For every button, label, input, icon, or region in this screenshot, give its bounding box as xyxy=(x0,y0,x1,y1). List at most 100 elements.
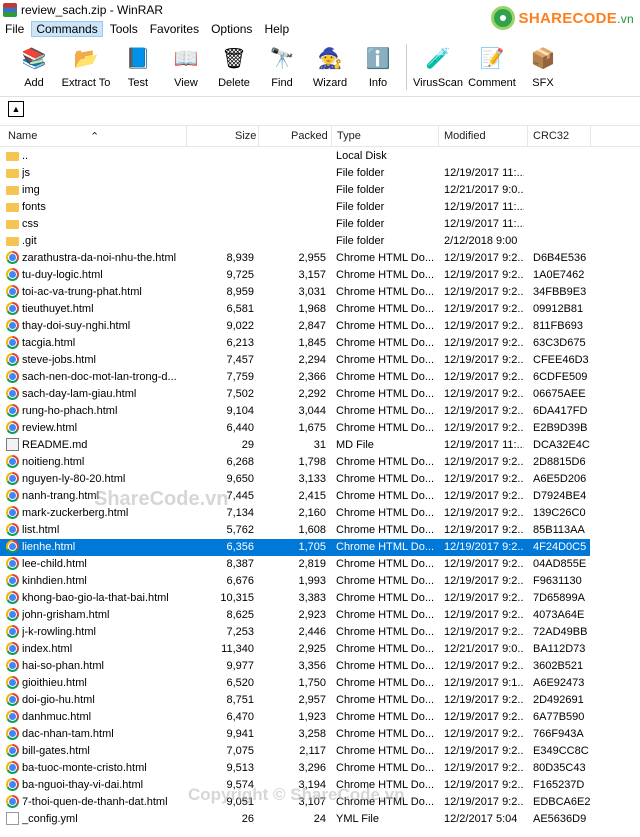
file-row[interactable]: bill-gates.html 7,075 2,117 Chrome HTML Do.… xyxy=(0,743,640,760)
chrome-html-icon xyxy=(6,693,19,706)
file-row[interactable]: j-k-rowling.html 7,253 2,446 Chrome HTML Do… xyxy=(0,624,640,641)
menu-help[interactable]: Help xyxy=(259,21,294,37)
folder-icon xyxy=(6,186,19,195)
menu-favorites[interactable]: Favorites xyxy=(145,21,204,37)
column-packed[interactable]: Packed xyxy=(291,130,328,142)
file-row[interactable]: nanh-trang.html 7,445 2,415 Chrome HTML Do.… xyxy=(0,488,640,505)
menu-commands[interactable]: Commands xyxy=(31,21,103,37)
file-packed: 3,133 xyxy=(298,473,326,485)
test-button[interactable]: 📘 Test xyxy=(114,40,162,90)
file-modified: 12/19/2017 9:2... xyxy=(444,626,524,638)
file-modified: 12/19/2017 9:1... xyxy=(444,677,524,689)
file-row[interactable]: kinhdien.html 6,676 1,993 Chrome HTML Do...… xyxy=(0,573,640,590)
file-row[interactable]: tacgia.html 6,213 1,845 Chrome HTML Do... 12… xyxy=(0,335,640,352)
file-crc32: 6CDFE509 xyxy=(533,371,588,383)
file-row[interactable]: img File folder 12/21/2017 9:0... xyxy=(0,182,640,199)
file-type: Chrome HTML Do... xyxy=(336,575,435,587)
file-row[interactable]: README.md 29 31 MD File 12/19/2017 11:... DCA… xyxy=(0,437,640,454)
file-row[interactable]: ba-nguoi-thay-vi-dai.html 9,574 3,194 Chrom… xyxy=(0,777,640,794)
file-crc32: 3602B521 xyxy=(533,660,584,672)
file-row[interactable]: nguyen-ly-80-20.html 9,650 3,133 Chrome HTM… xyxy=(0,471,640,488)
file-row[interactable]: review.html 6,440 1,675 Chrome HTML Do... 12… xyxy=(0,420,640,437)
column-modified[interactable]: Modified xyxy=(444,130,486,142)
file-modified: 12/19/2017 9:2... xyxy=(444,388,524,400)
view-button[interactable]: 📖 View xyxy=(162,40,210,90)
file-type: File folder xyxy=(336,201,385,213)
folder-icon xyxy=(6,220,19,229)
delete-button[interactable]: 🗑 Delete xyxy=(210,40,258,90)
menu-file[interactable]: File xyxy=(0,21,29,37)
test-icon: 📘 xyxy=(125,47,151,70)
file-row[interactable]: index.html 11,340 2,925 Chrome HTML Do... 12… xyxy=(0,641,640,658)
file-row[interactable]: _config.yml 26 24 YML File 12/2/2017 5:04 AE5… xyxy=(0,811,640,828)
file-row[interactable]: tu-duy-logic.html 9,725 3,157 Chrome HTML D… xyxy=(0,267,640,284)
file-row[interactable]: sach-nen-doc-mot-lan-trong-d... 7,759 2,36… xyxy=(0,369,640,386)
file-crc32: 09912B81 xyxy=(533,303,584,315)
file-modified: 12/19/2017 9:2... xyxy=(444,796,524,808)
file-row[interactable]: mark-zuckerberg.html 7,134 2,160 Chrome HTM… xyxy=(0,505,640,522)
comment-button[interactable]: 📝 Comment xyxy=(465,40,519,90)
file-row[interactable]: ba-tuoc-monte-cristo.html 9,513 3,296 Chrom… xyxy=(0,760,640,777)
column-type[interactable]: Type xyxy=(337,130,361,142)
file-row[interactable]: list.html 5,762 1,608 Chrome HTML Do... 12/1… xyxy=(0,522,640,539)
file-packed: 1,750 xyxy=(298,677,326,689)
file-row[interactable]: hai-so-phan.html 9,977 3,356 Chrome HTML Do… xyxy=(0,658,640,675)
file-row[interactable]: 7-thoi-quen-de-thanh-dat.html 9,051 3,107 C… xyxy=(0,794,640,811)
file-row[interactable]: khong-bao-gio-la-that-bai.html 10,315 3,38… xyxy=(0,590,640,607)
column-name[interactable]: Name xyxy=(8,130,37,142)
add-button[interactable]: 📚 Add xyxy=(10,40,58,90)
file-crc32: 72AD49BB xyxy=(533,626,588,638)
file-row[interactable]: js File folder 12/19/2017 11:... xyxy=(0,165,640,182)
file-row[interactable]: noitieng.html 6,268 1,798 Chrome HTML Do...… xyxy=(0,454,640,471)
file-row[interactable]: css File folder 12/19/2017 11:... xyxy=(0,216,640,233)
chrome-html-icon xyxy=(6,506,19,519)
menu-tools[interactable]: Tools xyxy=(105,21,143,37)
menu-bar: File Commands Tools Favorites Options He… xyxy=(0,20,640,38)
find-button[interactable]: 🔭 Find xyxy=(258,40,306,90)
chrome-html-icon xyxy=(6,642,19,655)
file-type: Chrome HTML Do... xyxy=(336,388,435,400)
virusscan-button[interactable]: 🧪 VirusScan xyxy=(411,40,465,90)
file-packed: 1,968 xyxy=(298,303,326,315)
file-packed: 3,356 xyxy=(298,660,326,672)
file-row[interactable]: lienhe.html 6,356 1,705 Chrome HTML Do... 12… xyxy=(0,539,590,556)
file-row[interactable]: rung-ho-phach.html 9,104 3,044 Chrome HTML … xyxy=(0,403,640,420)
file-row[interactable]: .git File folder 2/12/2018 9:00 xyxy=(0,233,640,250)
file-packed: 1,845 xyxy=(298,337,326,349)
file-row[interactable]: zarathustra-da-noi-nhu-the.html 8,939 2,95… xyxy=(0,250,640,267)
file-row[interactable]: sach-day-lam-giau.html 7,502 2,292 Chrome H… xyxy=(0,386,640,403)
file-packed: 3,258 xyxy=(298,728,326,740)
file-row[interactable]: fonts File folder 12/19/2017 11:... xyxy=(0,199,640,216)
info-button[interactable]: ℹ️ Info xyxy=(354,40,402,90)
file-row[interactable]: doi-gio-hu.html 8,751 2,957 Chrome HTML Do.… xyxy=(0,692,640,709)
file-row[interactable]: thay-doi-suy-nghi.html 9,022 2,847 Chrome H… xyxy=(0,318,640,335)
file-row[interactable]: gioithieu.html 6,520 1,750 Chrome HTML Do..… xyxy=(0,675,640,692)
file-name: sach-day-lam-giau.html xyxy=(22,388,137,400)
wizard-button[interactable]: 🧙 Wizard xyxy=(306,40,354,90)
file-row[interactable]: john-grisham.html 8,625 2,923 Chrome HTML D… xyxy=(0,607,640,624)
toolbar-separator xyxy=(406,44,407,90)
file-row[interactable]: lee-child.html 8,387 2,819 Chrome HTML Do..… xyxy=(0,556,640,573)
file-row[interactable]: .. Local Disk xyxy=(0,148,640,165)
file-row[interactable]: dac-nhan-tam.html 9,941 3,258 Chrome HTML D… xyxy=(0,726,640,743)
file-row[interactable]: toi-ac-va-trung-phat.html 8,959 3,031 Chrom… xyxy=(0,284,640,301)
extract-to-button[interactable]: 📂 Extract To xyxy=(58,40,114,90)
file-row[interactable]: danhmuc.html 6,470 1,923 Chrome HTML Do... 1… xyxy=(0,709,640,726)
file-row[interactable]: steve-jobs.html 7,457 2,294 Chrome HTML Do.… xyxy=(0,352,640,369)
menu-options[interactable]: Options xyxy=(206,21,257,37)
file-name: index.html xyxy=(22,643,73,655)
sfx-button[interactable]: 📦 SFX xyxy=(519,40,567,90)
column-crc32[interactable]: CRC32 xyxy=(533,130,569,142)
file-size: 9,051 xyxy=(226,796,254,808)
file-modified: 12/19/2017 9:2... xyxy=(444,337,524,349)
column-size[interactable]: Size xyxy=(235,130,256,142)
file-size: 8,387 xyxy=(226,558,254,570)
up-folder-icon[interactable]: ▲ xyxy=(8,101,24,117)
file-name: .git xyxy=(22,235,37,247)
file-row[interactable]: tieuthuyet.html 6,581 1,968 Chrome HTML Do.… xyxy=(0,301,640,318)
file-crc32: F165237D xyxy=(533,779,585,791)
file-name: list.html xyxy=(22,524,60,536)
file-packed: 1,675 xyxy=(298,422,326,434)
file-name: ba-nguoi-thay-vi-dai.html xyxy=(22,779,144,791)
chrome-html-icon xyxy=(6,608,19,621)
